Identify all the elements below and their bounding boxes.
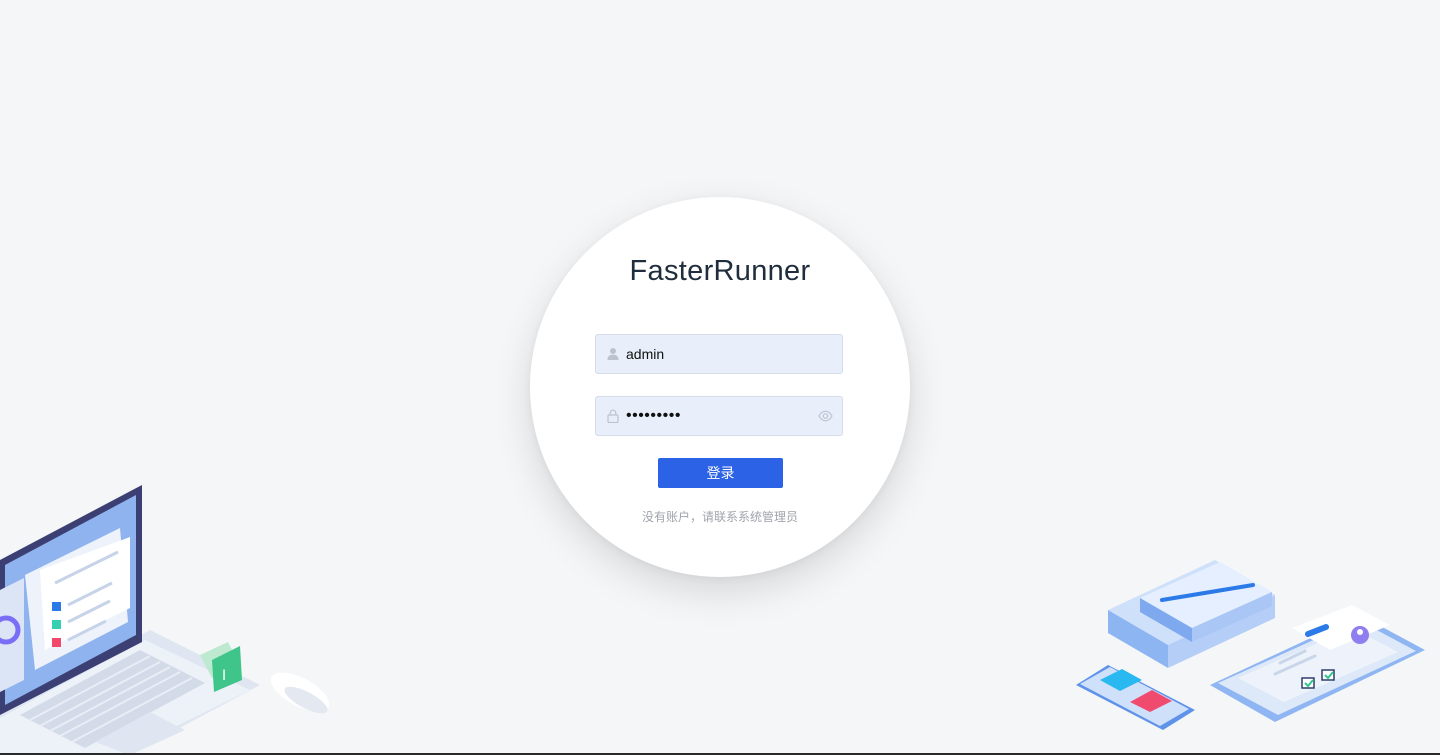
devices-illustration (1076, 560, 1425, 730)
app-title: FasterRunner (629, 255, 811, 287)
eye-icon[interactable] (818, 410, 833, 422)
user-icon (607, 348, 619, 360)
lock-icon (607, 409, 619, 423)
username-field[interactable] (595, 334, 843, 374)
login-page: I FasterRunner admin ••••••••• 登录 没有账户，请… (0, 0, 1440, 755)
laptop-illustration: I (0, 485, 330, 755)
no-account-hint: 没有账户，请联系系统管理员 (641, 510, 798, 524)
svg-text:I: I (222, 668, 226, 684)
username-input[interactable] (626, 335, 806, 373)
login-button[interactable]: 登录 (658, 458, 783, 488)
login-card: FasterRunner 登录 没有账户，请联系系统管理员 (530, 197, 910, 577)
password-field[interactable] (595, 396, 843, 436)
password-input[interactable] (626, 397, 806, 435)
